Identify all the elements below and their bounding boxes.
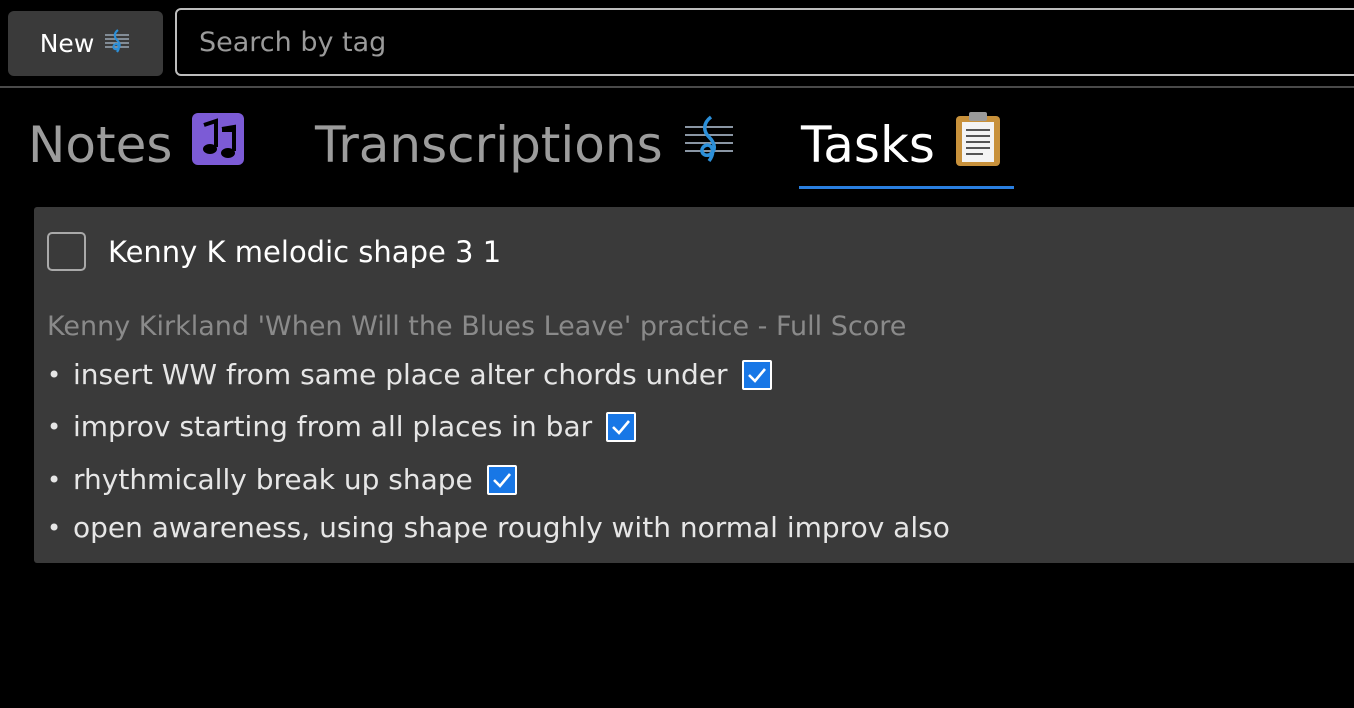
list-item-text: insert WW from same place alter chords u… xyxy=(73,358,728,391)
list-item-text: improv starting from all places in bar xyxy=(73,410,593,443)
task-complete-checkbox[interactable] xyxy=(47,232,86,271)
tab-tasks[interactable]: Tasks xyxy=(801,100,1003,190)
checkmark-icon xyxy=(747,367,766,383)
tab-transcriptions-label: Transcriptions xyxy=(315,116,663,174)
active-tab-indicator xyxy=(799,186,1014,189)
item-checkbox[interactable] xyxy=(606,411,637,442)
list-item: • rhythmically break up shape xyxy=(47,463,517,496)
clipboard-icon xyxy=(953,110,1003,180)
list-item: • improv starting from all places in bar xyxy=(47,410,637,443)
list-item-text: rhythmically break up shape xyxy=(73,463,473,496)
treble-clef-score-icon xyxy=(103,27,131,61)
treble-clef-score-icon xyxy=(681,111,737,179)
musical-notes-icon xyxy=(190,111,246,179)
checkmark-icon xyxy=(612,419,631,435)
new-button[interactable]: New xyxy=(8,11,163,76)
tab-notes[interactable]: Notes xyxy=(28,100,246,190)
new-button-label: New xyxy=(39,29,95,58)
tab-transcriptions[interactable]: Transcriptions xyxy=(315,100,737,190)
task-card: Kenny K melodic shape 3 1 Kenny Kirkland… xyxy=(34,207,1354,563)
bullet-dot: • xyxy=(47,465,62,494)
list-item: • open awareness, using shape roughly wi… xyxy=(47,511,950,544)
tab-bar: Notes Transcriptions Tasks xyxy=(0,100,1354,192)
list-item: • insert WW from same place alter chords… xyxy=(47,358,772,391)
bullet-dot: • xyxy=(47,513,62,542)
bullet-dot: • xyxy=(47,412,62,441)
task-title: Kenny K melodic shape 3 1 xyxy=(108,235,502,269)
tab-notes-label: Notes xyxy=(28,116,173,174)
search-input[interactable] xyxy=(175,8,1354,76)
item-checkbox[interactable] xyxy=(486,464,517,495)
item-checkbox[interactable] xyxy=(741,359,772,390)
checkmark-icon xyxy=(492,472,511,488)
list-item-text: open awareness, using shape roughly with… xyxy=(73,511,950,544)
tab-tasks-label: Tasks xyxy=(801,116,935,174)
task-subtitle: Kenny Kirkland 'When Will the Blues Leav… xyxy=(47,311,907,342)
top-toolbar: New xyxy=(0,0,1354,88)
bullet-dot: • xyxy=(47,360,62,389)
